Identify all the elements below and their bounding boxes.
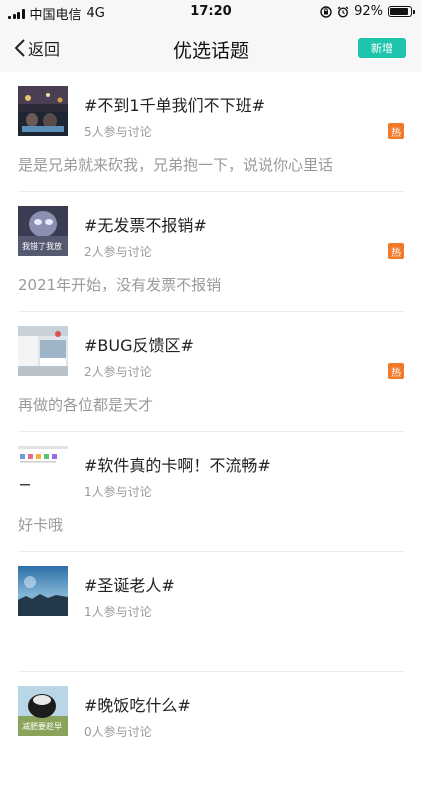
- topic-thumbnail: [18, 446, 68, 496]
- topic-thumbnail: 减肥要趁早: [18, 686, 68, 736]
- topic-thumbnail: 我错了我放: [18, 206, 68, 256]
- new-topic-button[interactable]: 新增: [358, 38, 406, 58]
- hot-badge: 热: [388, 363, 404, 379]
- topic-title: #圣诞老人#: [84, 576, 175, 595]
- participant-count: 2人参与讨论: [84, 245, 152, 259]
- topic-thumbnail: [18, 86, 68, 136]
- battery-icon: [388, 6, 415, 17]
- topic-description: 好卡哦: [18, 516, 64, 534]
- status-right: 92%: [320, 4, 415, 19]
- topic-item[interactable]: #不到1千单我们不下班# 5人参与讨论 热 是是兄弟就来砍我，兄弟抱一下，说说你…: [18, 72, 404, 192]
- topic-description: 是是兄弟就来砍我，兄弟抱一下，说说你心里话: [18, 156, 334, 174]
- topic-title: #无发票不报销#: [84, 216, 207, 235]
- topic-title: #BUG反馈区#: [84, 336, 194, 355]
- participant-count: 2人参与讨论: [84, 365, 152, 379]
- participant-count: 1人参与讨论: [84, 485, 152, 499]
- hot-badge: 热: [388, 243, 404, 259]
- status-bar: 中国电信 4G 17:20 92%: [0, 0, 422, 24]
- participant-count: 5人参与讨论: [84, 125, 152, 139]
- topic-thumbnail: [18, 326, 68, 376]
- topic-item[interactable]: #软件真的卡啊！不流畅# 1人参与讨论 好卡哦: [18, 432, 404, 552]
- topic-item[interactable]: 减肥要趁早 #晚饭吃什么# 0人参与讨论: [18, 672, 404, 792]
- orientation-lock-icon: [320, 5, 332, 18]
- hot-badge: 热: [388, 123, 404, 139]
- topic-list: #不到1千单我们不下班# 5人参与讨论 热 是是兄弟就来砍我，兄弟抱一下，说说你…: [0, 72, 422, 792]
- battery-percent: 92%: [354, 4, 383, 19]
- topic-item[interactable]: #圣诞老人# 1人参与讨论: [18, 552, 404, 672]
- topic-thumbnail: [18, 566, 68, 616]
- topic-item[interactable]: 我错了我放 #无发票不报销# 2人参与讨论 热 2021年开始，没有发票不报销: [18, 192, 404, 312]
- topic-item[interactable]: #BUG反馈区# 2人参与讨论 热 再做的各位都是天才: [18, 312, 404, 432]
- topic-title: #晚饭吃什么#: [84, 696, 191, 715]
- topic-description: 2021年开始，没有发票不报销: [18, 276, 222, 294]
- topic-description: 再做的各位都是天才: [18, 396, 154, 414]
- alarm-icon: [337, 5, 349, 18]
- participant-count: 1人参与讨论: [84, 605, 152, 619]
- topic-title: #软件真的卡啊！不流畅#: [84, 456, 271, 475]
- thumbnail-caption: 减肥要趁早: [22, 722, 62, 731]
- topic-title: #不到1千单我们不下班#: [84, 96, 265, 115]
- thumbnail-caption: 我错了我放: [22, 242, 62, 251]
- nav-bar: 返回 优选话题 新增: [0, 24, 422, 72]
- participant-count: 0人参与讨论: [84, 725, 152, 739]
